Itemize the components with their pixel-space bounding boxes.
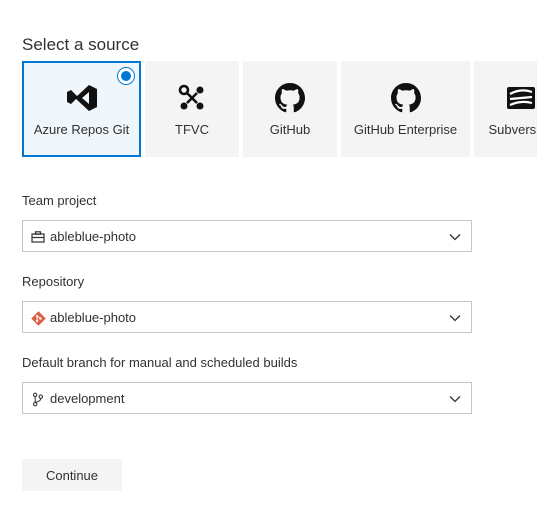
source-github-enterprise[interactable]: GitHub Enterprise (341, 61, 470, 157)
branch-dropdown[interactable]: development (22, 382, 472, 414)
branch-label: Default branch for manual and scheduled … (22, 355, 298, 370)
source-subversion[interactable]: Subversion (474, 61, 537, 157)
branch-value: development (50, 391, 125, 406)
branch-icon (30, 391, 46, 407)
source-label: Subversion (488, 122, 537, 137)
page-title: Select a source (22, 35, 140, 54)
source-label: Azure Repos Git (33, 122, 130, 137)
continue-button[interactable]: Continue (22, 459, 122, 491)
source-azure-repos-git[interactable]: Azure Repos Git (22, 61, 141, 157)
repository-value: ableblue-photo (50, 310, 137, 325)
project-icon (30, 229, 46, 245)
tfvc-icon (145, 83, 239, 113)
source-options: Azure Repos Git TFVC GitHub GitHub Enter… (22, 61, 537, 157)
repository-dropdown[interactable]: ableblue-photo (22, 301, 472, 333)
source-label: GitHub (269, 122, 311, 137)
team-project-value: ableblue-photo (50, 229, 137, 244)
github-icon (243, 83, 337, 113)
team-project-label: Team project (22, 193, 97, 208)
git-repo-icon (30, 310, 46, 326)
source-label: TFVC (175, 122, 209, 137)
source-github[interactable]: GitHub (243, 61, 337, 157)
chevron-down-icon (449, 315, 461, 322)
chevron-down-icon (449, 396, 461, 403)
source-label: GitHub Enterprise (353, 122, 458, 137)
azure-repos-icon (24, 83, 139, 113)
github-icon (341, 83, 470, 113)
team-project-dropdown[interactable]: ableblue-photo (22, 220, 472, 252)
source-tfvc[interactable]: TFVC (145, 61, 239, 157)
subversion-icon (474, 83, 537, 113)
repository-label: Repository (22, 274, 85, 289)
chevron-down-icon (449, 234, 461, 241)
